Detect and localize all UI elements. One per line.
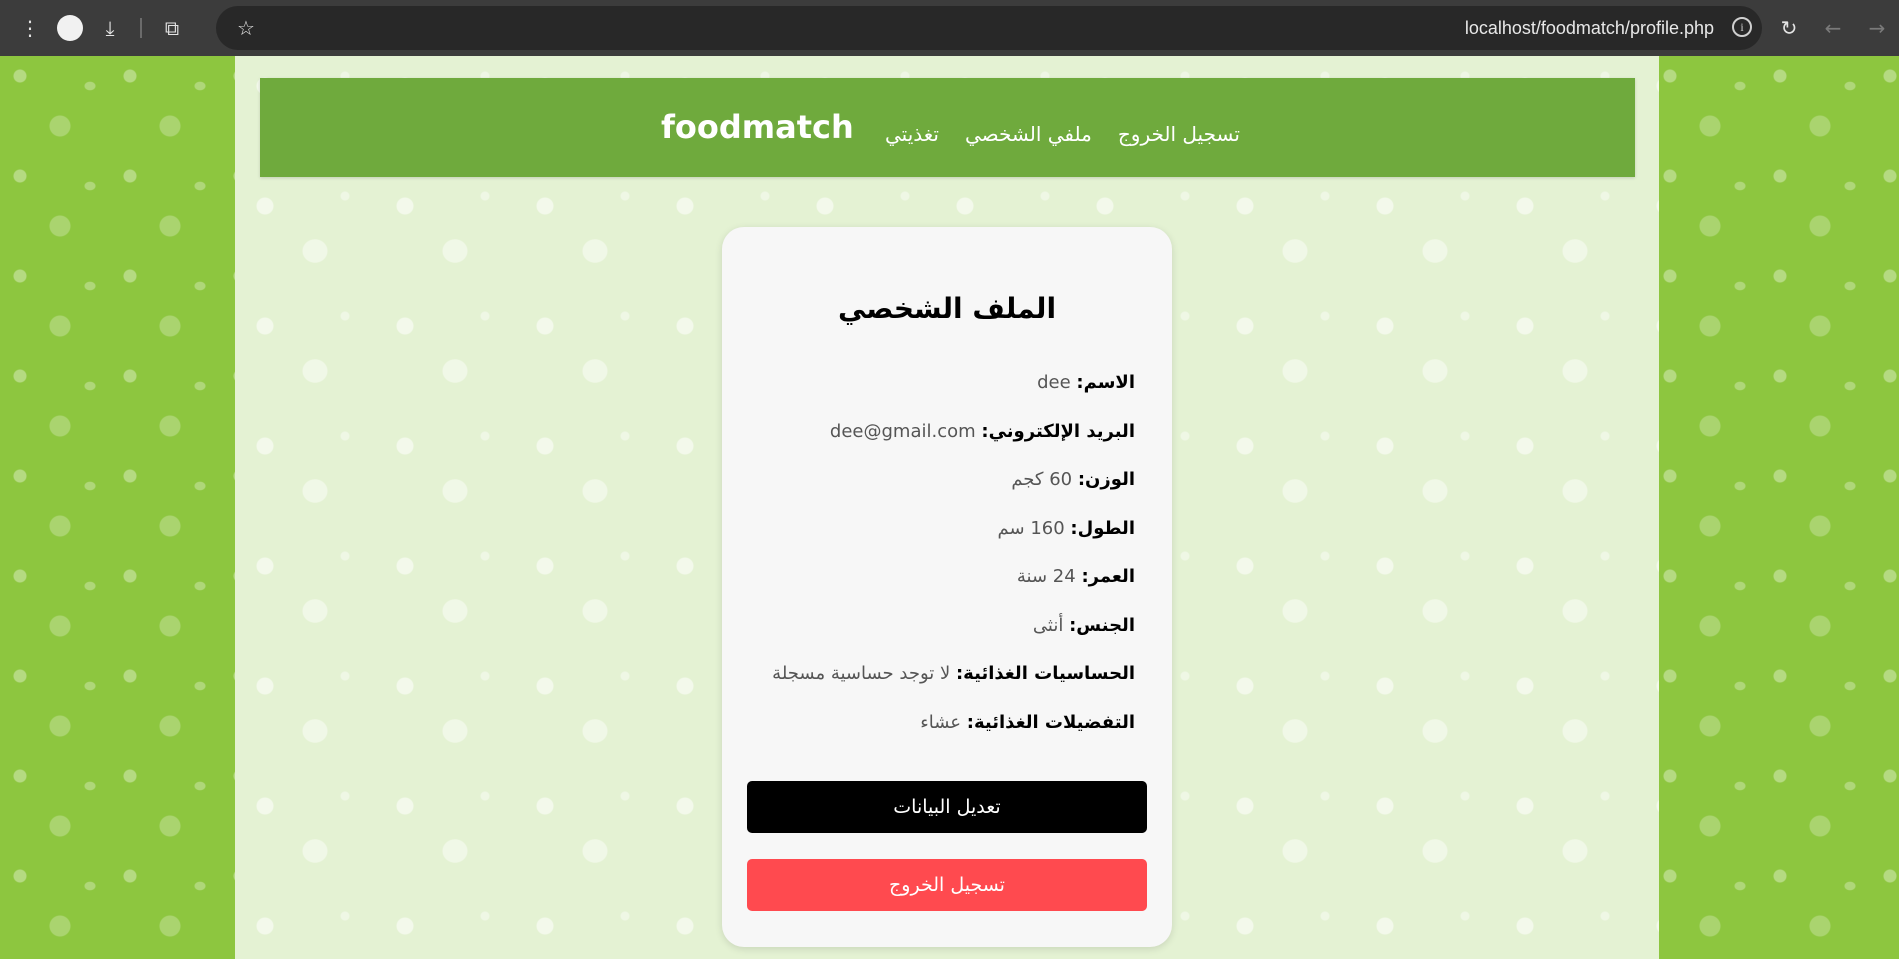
field-allergies: الحساسيات الغذائية: لا توجد حساسية مسجلة xyxy=(722,663,1135,712)
field-height: الطول: 160 سم xyxy=(722,518,1135,567)
field-email: البريد الإلكتروني: dee@gmail.com xyxy=(722,421,1135,470)
toolbar-left: ⋮ ⤓ ⧉ xyxy=(10,0,192,56)
field-label: التفضيلات الغذائية: xyxy=(966,711,1135,733)
main-nav: تسجيل الخروج ملفي الشخصي تغذيتي xyxy=(885,122,1240,146)
url-text[interactable]: localhost/foodmatch/profile.php xyxy=(1465,6,1714,50)
profile-title: الملف الشخصي xyxy=(837,292,1057,325)
field-value: لا توجد حساسية مسجلة xyxy=(772,663,951,684)
nav-nutrition[interactable]: تغذيتي xyxy=(885,122,939,146)
star-icon[interactable]: ☆ xyxy=(232,14,260,42)
field-value: dee xyxy=(1037,372,1071,393)
field-label: الطول: xyxy=(1070,517,1135,539)
site-brand[interactable]: foodmatch xyxy=(661,108,854,146)
avatar-icon[interactable] xyxy=(50,8,90,48)
more-vert-icon[interactable]: ⋮ xyxy=(10,8,50,48)
reload-icon[interactable]: ↻ xyxy=(1767,8,1811,48)
field-value: 160 سم xyxy=(997,517,1065,539)
address-bar[interactable]: ☆ localhost/foodmatch/profile.php i xyxy=(216,6,1762,50)
logout-button[interactable]: تسجيل الخروج xyxy=(747,859,1147,911)
field-preferences: التفضيلات الغذائية: عشاء xyxy=(722,712,1135,761)
site-info-icon[interactable]: i xyxy=(1732,17,1752,37)
field-value: أنثى xyxy=(1032,614,1064,636)
field-value: dee@gmail.com xyxy=(829,420,976,442)
field-label: الحساسيات الغذائية: xyxy=(955,663,1135,684)
field-label: الاسم: xyxy=(1076,372,1135,393)
field-value: 60 كجم xyxy=(1011,469,1073,490)
field-label: العمر: xyxy=(1081,566,1135,587)
field-value: 24 سنة xyxy=(1016,566,1076,587)
edit-profile-button[interactable]: تعديل البيانات xyxy=(747,781,1147,833)
field-gender: الجنس: أنثى xyxy=(722,615,1135,664)
forward-icon[interactable]: → xyxy=(1855,8,1899,48)
field-value: عشاء xyxy=(920,711,962,733)
nav-profile[interactable]: ملفي الشخصي xyxy=(965,122,1092,146)
nav-buttons: ↻ ← → xyxy=(1767,0,1899,56)
field-label: الوزن: xyxy=(1077,469,1135,490)
download-icon[interactable]: ⤓ xyxy=(90,8,130,48)
field-label: الجنس: xyxy=(1069,614,1135,636)
extensions-icon[interactable]: ⧉ xyxy=(152,8,192,48)
browser-toolbar: ⋮ ⤓ ⧉ ☆ localhost/foodmatch/profile.php … xyxy=(0,0,1899,56)
field-label: البريد الإلكتروني: xyxy=(981,420,1135,442)
nav-logout[interactable]: تسجيل الخروج xyxy=(1118,122,1240,146)
field-age: العمر: 24 سنة xyxy=(722,566,1135,615)
back-icon[interactable]: ← xyxy=(1811,8,1855,48)
toolbar-separator xyxy=(140,18,142,38)
field-name: الاسم: dee xyxy=(722,372,1135,421)
profile-fields: الاسم: dee البريد الإلكتروني: dee@gmail.… xyxy=(722,372,1135,760)
field-weight: الوزن: 60 كجم xyxy=(722,469,1135,518)
